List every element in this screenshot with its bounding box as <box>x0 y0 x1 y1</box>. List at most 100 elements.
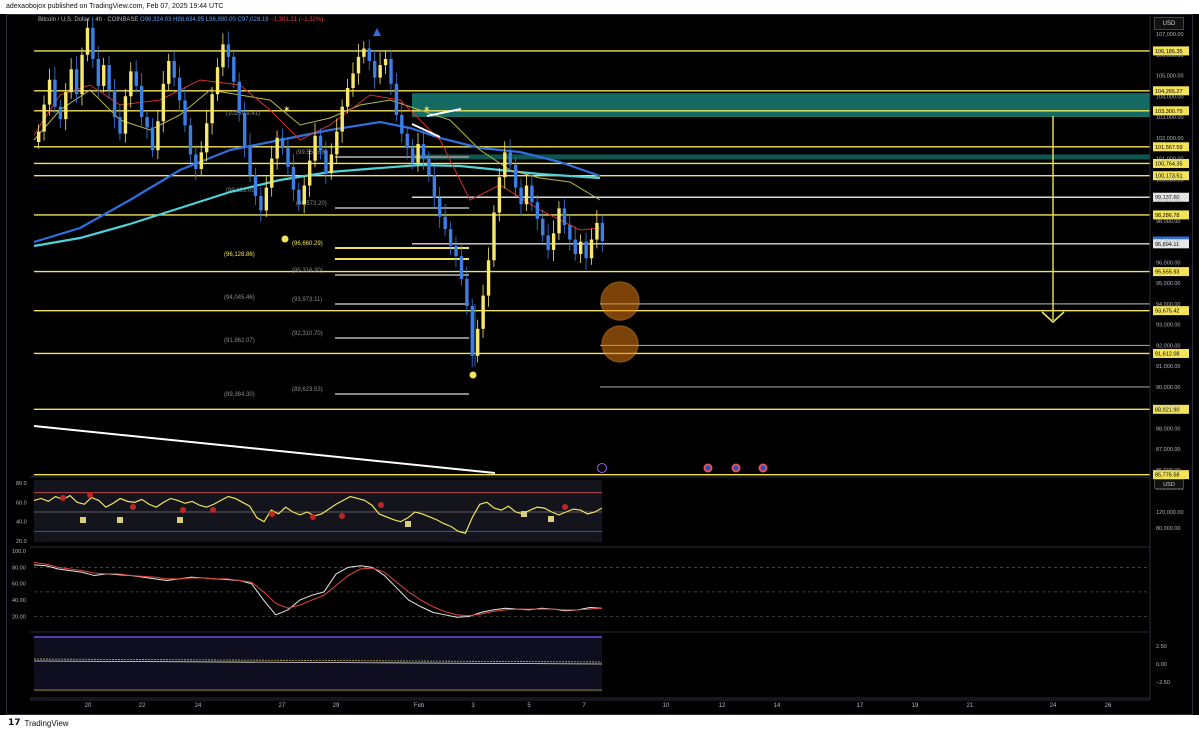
candle-body[interactable] <box>118 117 122 134</box>
candle-body[interactable] <box>64 92 68 120</box>
candle-body[interactable] <box>329 154 334 174</box>
tradingview-logo-icon[interactable]: 17 <box>8 715 21 732</box>
candle-body[interactable] <box>297 189 301 205</box>
candle-body[interactable] <box>161 83 166 122</box>
candle-body[interactable] <box>459 256 464 279</box>
orange-circle-marker[interactable] <box>601 325 639 363</box>
candle-body[interactable] <box>107 65 111 91</box>
candle-body[interactable] <box>232 56 236 82</box>
supply-zone-thin[interactable] <box>412 154 1150 160</box>
candle-body[interactable] <box>280 137 285 149</box>
candle-body[interactable] <box>410 148 415 163</box>
candle-body[interactable] <box>291 166 296 190</box>
candle-body[interactable] <box>42 104 46 132</box>
candle-body[interactable] <box>351 73 355 88</box>
candle-body[interactable] <box>519 187 523 205</box>
candle-body[interactable] <box>470 305 474 356</box>
candle-body[interactable] <box>215 67 220 95</box>
candle-body[interactable] <box>557 208 561 234</box>
candle-body[interactable] <box>568 225 572 240</box>
brand-name[interactable]: TradingView <box>25 715 69 732</box>
candle-body[interactable] <box>345 87 350 107</box>
candle-body[interactable] <box>324 150 328 174</box>
candle-body[interactable] <box>373 60 377 78</box>
candle-body[interactable] <box>226 44 231 57</box>
candle-body[interactable] <box>129 71 133 97</box>
candle-body[interactable] <box>524 185 529 205</box>
candle-body[interactable] <box>318 135 323 151</box>
candle-body[interactable] <box>454 245 458 257</box>
candle-body[interactable] <box>150 127 155 151</box>
candle-body[interactable] <box>248 146 252 176</box>
candle-body[interactable] <box>600 222 605 242</box>
candle-body[interactable] <box>508 152 512 165</box>
candle-body[interactable] <box>74 69 79 95</box>
candle-body[interactable] <box>210 94 214 124</box>
candle-body[interactable] <box>237 81 241 113</box>
candle-body[interactable] <box>416 144 420 163</box>
chart-canvas[interactable]: 106,186.35104,265.27103,300.79101,567.59… <box>0 0 1199 732</box>
candle-body[interactable] <box>546 235 550 250</box>
candle-body[interactable] <box>80 54 84 95</box>
candle-body[interactable] <box>264 187 269 211</box>
candle-body[interactable] <box>188 125 193 155</box>
candle-body[interactable] <box>308 160 312 186</box>
candle-body[interactable] <box>378 65 382 78</box>
candle-body[interactable] <box>286 148 290 167</box>
candle-body[interactable] <box>340 106 344 132</box>
candle-body[interactable] <box>367 48 372 61</box>
candle-body[interactable] <box>443 216 447 230</box>
candle-body[interactable] <box>595 222 599 240</box>
candle-body[interactable] <box>145 117 149 128</box>
candle-body[interactable] <box>535 202 540 219</box>
candle-body[interactable] <box>513 164 518 188</box>
candle-body[interactable] <box>421 144 426 159</box>
candle-body[interactable] <box>156 121 160 151</box>
candle-body[interactable] <box>432 175 437 199</box>
candle-body[interactable] <box>497 177 502 213</box>
candle-body[interactable] <box>405 133 409 149</box>
candle-body[interactable] <box>465 278 469 306</box>
candle-body[interactable] <box>394 83 399 115</box>
trendline[interactable] <box>33 425 496 474</box>
candle-body[interactable] <box>221 44 225 68</box>
candle-body[interactable] <box>492 212 496 261</box>
candle-body[interactable] <box>362 48 366 57</box>
candle-body[interactable] <box>486 260 491 296</box>
candle-body[interactable] <box>389 58 393 84</box>
candle-body[interactable] <box>579 241 583 255</box>
candle-body[interactable] <box>335 131 339 155</box>
candle-body[interactable] <box>205 123 209 153</box>
candle-body[interactable] <box>199 152 203 169</box>
candle-body[interactable] <box>270 158 274 188</box>
candle-body[interactable] <box>481 295 485 329</box>
candle-body[interactable] <box>573 239 577 255</box>
symbol-name[interactable]: Bitcoin / U.S. Dollar · 4h · COINBASE <box>38 17 138 23</box>
lightning-event-icon[interactable] <box>597 463 607 473</box>
candle-body[interactable] <box>562 208 567 226</box>
currency-button-lower[interactable]: USD <box>1154 479 1184 489</box>
candle-body[interactable] <box>313 135 317 161</box>
candle-body[interactable] <box>503 152 507 178</box>
supply-zone[interactable] <box>412 93 1150 118</box>
candle-body[interactable] <box>37 131 41 142</box>
candle-body[interactable] <box>476 328 480 356</box>
candle-body[interactable] <box>242 112 247 147</box>
candle-body[interactable] <box>58 106 63 120</box>
candle-body[interactable] <box>177 77 182 101</box>
candle-body[interactable] <box>302 185 306 205</box>
candle-body[interactable] <box>139 85 144 118</box>
orange-circle-marker[interactable] <box>600 281 640 321</box>
candle-body[interactable] <box>194 154 198 169</box>
candle-body[interactable] <box>134 71 138 86</box>
candle-body[interactable] <box>85 27 90 55</box>
candle-body[interactable] <box>275 137 279 159</box>
candle-body[interactable] <box>123 96 128 134</box>
candle-body[interactable] <box>102 65 106 86</box>
candle-body[interactable] <box>551 233 556 250</box>
candle-body[interactable] <box>259 195 263 211</box>
candle-body[interactable] <box>383 58 388 66</box>
candle-body[interactable] <box>448 229 453 246</box>
currency-button[interactable]: USD <box>1154 17 1184 30</box>
candle-body[interactable] <box>91 27 95 59</box>
